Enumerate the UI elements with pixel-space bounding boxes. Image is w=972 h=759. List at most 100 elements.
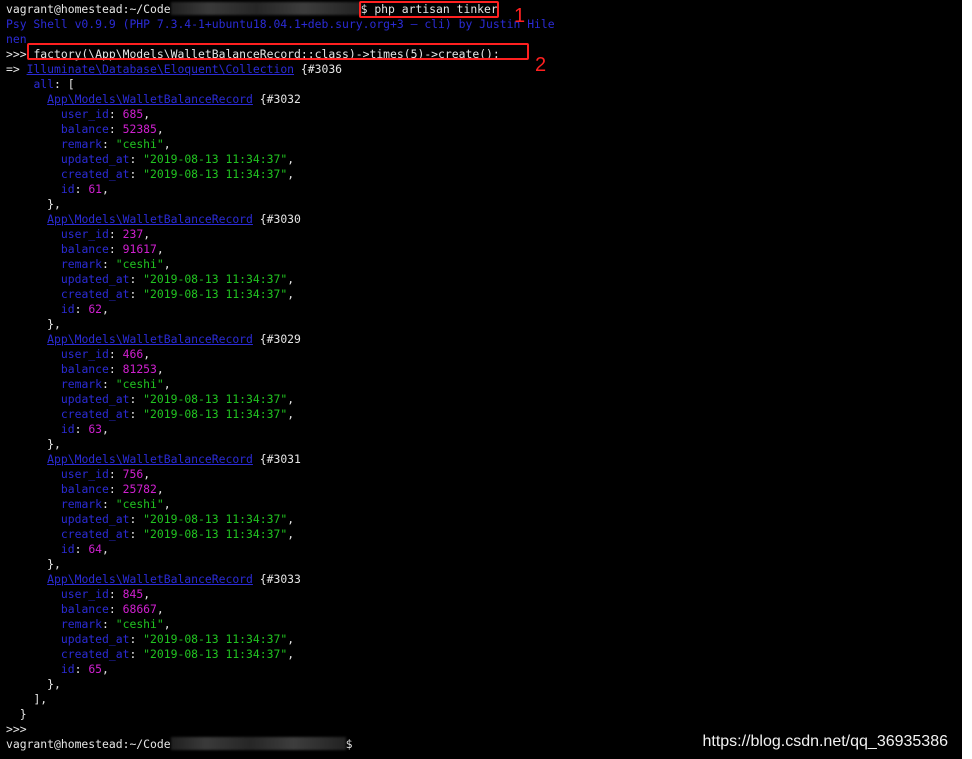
record-class-link[interactable]: App\Models\WalletBalanceRecord [47, 92, 253, 106]
record-class-link[interactable]: App\Models\WalletBalanceRecord [47, 452, 253, 466]
final-prompt-user: vagrant@homestead:~/Code [6, 737, 171, 751]
field-key: created_at [60, 407, 130, 421]
terminal-window[interactable]: vagrant@homestead:~/Code $ php artisan ti… [0, 0, 962, 759]
field-value: 62 [88, 302, 103, 316]
close-collection: } [19, 707, 27, 721]
record-close-brace: }, [47, 197, 61, 211]
record-field-remark: remark: "ceshi", [60, 257, 171, 271]
psysh-banner-line1: Psy Shell v0.9.9 (PHP 7.3.4-1+ubuntu18.0… [6, 17, 555, 31]
record-field-user-id: user_id: 685, [60, 107, 151, 121]
collection-ref: {#3036 [300, 62, 343, 76]
close-array-line: ], [6, 692, 962, 707]
field-value: "2019-08-13 11:34:37" [143, 407, 288, 421]
field-key: id [60, 542, 75, 556]
final-prompt-symbol: $ [345, 737, 353, 751]
record-class-link[interactable]: App\Models\WalletBalanceRecord [47, 212, 253, 226]
field-value: "ceshi" [115, 617, 164, 631]
record-field-remark: remark: "ceshi", [60, 617, 171, 631]
record-field-id: id: 63, [60, 422, 109, 436]
annotation-box-2 [27, 43, 529, 60]
record-field-balance: balance: 52385, [60, 122, 164, 136]
redacted-path [170, 2, 361, 15]
field-value: "ceshi" [115, 377, 164, 391]
scrollbar[interactable] [962, 0, 972, 759]
field-key: id [60, 302, 75, 316]
field-value: 63 [88, 422, 103, 436]
record-ref: {#3031 [259, 452, 301, 466]
all-line: all: [ [6, 77, 962, 92]
field-value: 756 [122, 467, 144, 481]
record-field-user-id: user_id: 466, [60, 347, 151, 361]
field-value: 68667 [122, 602, 157, 616]
result-arrow: => [6, 62, 20, 76]
repl-prompt: >>> [6, 47, 27, 61]
record-field-created-at: created_at: "2019-08-13 11:34:37", [60, 167, 295, 181]
record-field-balance: balance: 25782, [60, 482, 164, 496]
field-key: updated_at [60, 272, 130, 286]
collection-class-link[interactable]: Illuminate\Database\Eloquent\Collection [27, 62, 294, 76]
field-value: 52385 [122, 122, 157, 136]
records-list: App\Models\WalletBalanceRecord {#3032 us… [6, 92, 962, 692]
field-value: "2019-08-13 11:34:37" [143, 512, 288, 526]
record-field-id: id: 65, [60, 662, 109, 676]
close-collection-line: } [6, 707, 962, 722]
field-key: remark [60, 377, 103, 391]
field-key: balance [60, 242, 109, 256]
record-field-created-at: created_at: "2019-08-13 11:34:37", [60, 527, 295, 541]
field-key: updated_at [60, 392, 130, 406]
field-key: created_at [60, 647, 130, 661]
field-value: 685 [122, 107, 144, 121]
record-field-id: id: 61, [60, 182, 109, 196]
record-close-brace: }, [47, 437, 61, 451]
record-ref: {#3033 [259, 572, 301, 586]
field-key: balance [60, 482, 109, 496]
record-class-link[interactable]: App\Models\WalletBalanceRecord [47, 572, 253, 586]
close-array: ], [33, 692, 48, 706]
record-field-updated-at: updated_at: "2019-08-13 11:34:37", [60, 392, 295, 406]
field-value: "ceshi" [115, 497, 164, 511]
record-field-balance: balance: 91617, [60, 242, 164, 256]
record-field-updated-at: updated_at: "2019-08-13 11:34:37", [60, 632, 295, 646]
record-field-user-id: user_id: 237, [60, 227, 151, 241]
record-close-brace: }, [47, 677, 61, 691]
field-value: "2019-08-13 11:34:37" [143, 287, 288, 301]
field-value: "2019-08-13 11:34:37" [143, 527, 288, 541]
field-key: balance [60, 602, 109, 616]
field-value: "2019-08-13 11:34:37" [143, 392, 288, 406]
record-close-brace: }, [47, 317, 61, 331]
record-close: }, [6, 317, 962, 332]
record-field-updated-at: updated_at: "2019-08-13 11:34:37", [60, 512, 295, 526]
record-field-balance: balance: 68667, [60, 602, 164, 616]
field-key: created_at [60, 527, 130, 541]
field-value: 64 [88, 542, 103, 556]
field-key: remark [60, 257, 103, 271]
field-key: created_at [60, 167, 130, 181]
field-value: 845 [122, 587, 144, 601]
record-close: }, [6, 197, 962, 212]
field-key: user_id [60, 347, 109, 361]
field-key: user_id [60, 227, 109, 241]
record-field-remark: remark: "ceshi", [60, 137, 171, 151]
annotation-box-1 [359, 1, 499, 18]
field-value: "2019-08-13 11:34:37" [143, 272, 288, 286]
annotation-label-1: 1 [514, 5, 526, 27]
field-key: id [60, 662, 75, 676]
field-value: 237 [122, 227, 144, 241]
record-ref: {#3032 [259, 92, 301, 106]
record-header: App\Models\WalletBalanceRecord {#3030 [6, 212, 962, 227]
record-ref: {#3029 [259, 332, 301, 346]
record-field-remark: remark: "ceshi", [60, 497, 171, 511]
field-value: 91617 [122, 242, 157, 256]
record-field-user-id: user_id: 845, [60, 587, 151, 601]
record-field-updated-at: updated_at: "2019-08-13 11:34:37", [60, 272, 295, 286]
field-key: user_id [60, 467, 109, 481]
field-value: "ceshi" [115, 257, 164, 271]
record-field-updated-at: updated_at: "2019-08-13 11:34:37", [60, 152, 295, 166]
field-value: "ceshi" [115, 137, 164, 151]
field-value: "2019-08-13 11:34:37" [143, 152, 288, 166]
field-key: balance [60, 122, 109, 136]
record-class-link[interactable]: App\Models\WalletBalanceRecord [47, 332, 253, 346]
field-value: 81253 [122, 362, 157, 376]
field-value: "2019-08-13 11:34:37" [143, 647, 288, 661]
record-close: }, [6, 677, 962, 692]
